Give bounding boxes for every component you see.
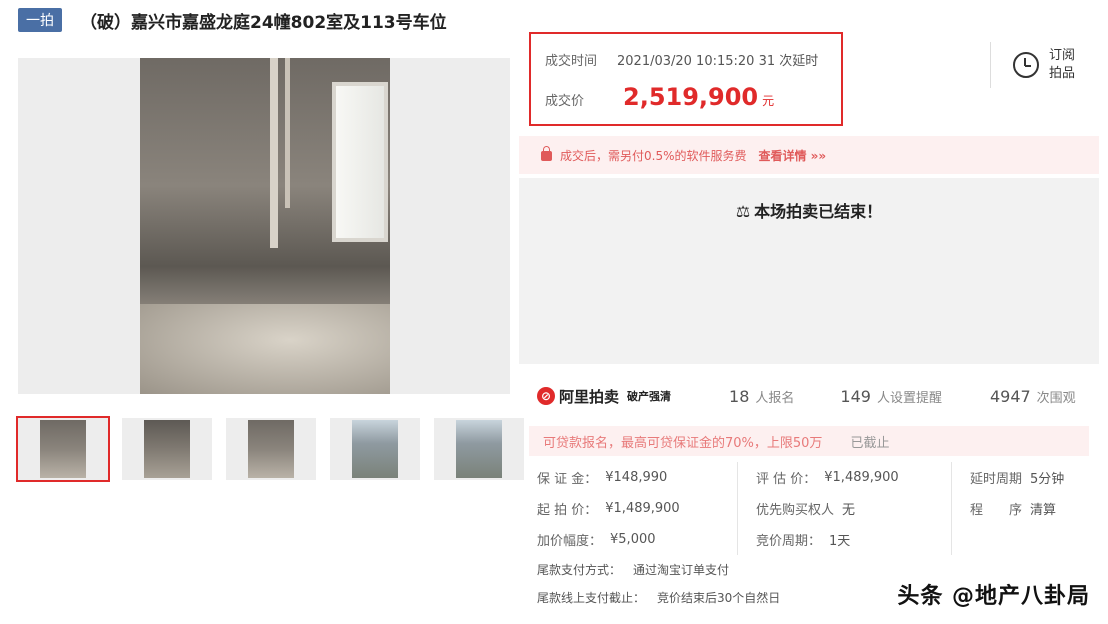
- thumbnail-image: [352, 420, 398, 478]
- procedure-label: 程 序: [970, 503, 1023, 518]
- thumbnail-5[interactable]: [434, 418, 524, 480]
- deal-price-value: 2,519,900: [623, 83, 759, 111]
- procedure-cell: 程 序清算: [951, 493, 1099, 524]
- signups-stat: 18 人报名: [729, 387, 794, 406]
- thumbnail-image: [40, 420, 86, 478]
- deal-price-unit: 元: [762, 94, 775, 108]
- deal-time-label: 成交时间: [545, 54, 598, 69]
- auction-stats-bar: ⊘ 阿里拍卖 破产强清 18 人报名 149 人设置提醒 4947 次围观: [519, 374, 1099, 418]
- main-photo[interactable]: [18, 58, 510, 394]
- reminders-count: 149: [840, 386, 871, 406]
- delay-period-cell: 延时周期 5分钟: [951, 462, 1099, 493]
- reminders-label: 人设置提醒: [876, 390, 942, 406]
- subscribe-button[interactable]: 订阅拍品: [990, 42, 1090, 88]
- reminders-stat: 149 人设置提醒: [840, 387, 942, 406]
- payment-deadline-value: 竞价结束后30个自然日: [657, 590, 781, 605]
- priority-buyer-value: 无: [842, 503, 856, 518]
- watermark: 头条 @地产八卦局: [897, 584, 1090, 609]
- views-count: 4947: [989, 386, 1031, 406]
- deposit-value: ¥148,990: [605, 470, 668, 485]
- deal-time-row: 成交时间 2021/03/20 10:15:20 31 次延时: [545, 50, 827, 69]
- signups-label: 人报名: [755, 390, 795, 406]
- thumbnail-image: [144, 420, 190, 478]
- thumbnail-1[interactable]: [16, 416, 110, 482]
- deposit-loan-status: 已截止: [850, 435, 890, 451]
- payment-deadline-label: 尾款线上支付截止：: [537, 590, 646, 605]
- views-label: 次围观: [1036, 390, 1076, 406]
- subscribe-label: 订阅拍品: [1049, 48, 1076, 81]
- appraisal-label: 评 估 价：: [756, 472, 817, 487]
- priority-buyer-cell: 优先购买权人无: [737, 493, 951, 524]
- thumbnail-4[interactable]: [330, 418, 420, 480]
- auction-round-tag: 一拍: [18, 8, 62, 32]
- deal-price-row: 成交价 2,519,900 元: [545, 83, 827, 111]
- ali-auction-logo-icon: ⊘: [537, 387, 555, 405]
- thumbnail-image: [456, 420, 502, 478]
- views-stat: 4947 次围观: [990, 387, 1076, 406]
- service-fee-text: 成交后，需另付0.5%的软件服务费: [560, 148, 747, 163]
- deal-time-value: 2021/03/20 10:15:20 31 次延时: [617, 54, 819, 69]
- delay-period-value: 5分钟: [1030, 472, 1065, 487]
- start-price-cell: 起 拍 价： ¥1,489,900: [519, 493, 737, 524]
- bidding-period-cell: 竞价周期： 1天: [737, 524, 951, 555]
- gavel-icon: ⚖: [735, 202, 751, 221]
- thumbnail-2[interactable]: [122, 418, 212, 480]
- increment-cell: 加价幅度： ¥5,000: [519, 524, 737, 555]
- bidding-period-value: 1天: [829, 534, 851, 549]
- deal-price-label: 成交价: [545, 94, 585, 109]
- start-price-value: ¥1,489,900: [605, 501, 680, 516]
- payment-method-label: 尾款支付方式：: [537, 562, 622, 577]
- payment-method-value: 通过淘宝订单支付: [633, 562, 730, 577]
- pipe-shape: [285, 58, 290, 208]
- window-shape: [332, 82, 388, 242]
- increment-label: 加价幅度：: [537, 534, 603, 549]
- brand: ⊘ 阿里拍卖 破产强清: [537, 386, 671, 407]
- signups-count: 18: [729, 386, 750, 406]
- view-details-link[interactable]: 查看详情 »»: [759, 147, 827, 164]
- auction-ended-message: ⚖ 本场拍卖已结束！: [519, 198, 1099, 222]
- title-bar: 一拍 （破）嘉兴市嘉盛龙庭24幢802室及113号车位: [18, 8, 447, 33]
- increment-value: ¥5,000: [610, 532, 656, 547]
- lock-icon: [541, 146, 552, 161]
- delay-period-label: 延时周期: [970, 472, 1023, 487]
- bidding-period-label: 竞价周期：: [756, 534, 822, 549]
- appraisal-cell: 评 估 价： ¥1,489,900: [737, 462, 951, 493]
- priority-buyer-label: 优先购买权人: [756, 503, 835, 518]
- brand-name: 阿里拍卖: [559, 387, 620, 406]
- alarm-clock-icon: [1013, 52, 1039, 78]
- thumbnail-strip: [16, 416, 524, 482]
- auction-ended-text: 本场拍卖已结束！: [754, 202, 883, 221]
- start-price-label: 起 拍 价：: [537, 503, 598, 518]
- deposit-cell: 保 证 金： ¥148,990: [519, 462, 737, 493]
- deposit-label: 保 证 金：: [537, 472, 598, 487]
- thumbnail-image: [248, 420, 294, 478]
- pipe-shape: [270, 58, 278, 248]
- deposit-loan-notice: 可贷款报名，最高可贷保证金的70%，上限50万 已截止: [529, 426, 1089, 456]
- brand-subtitle: 破产强清: [627, 390, 672, 403]
- page-title: （破）嘉兴市嘉盛龙庭24幢802室及113号车位: [80, 12, 447, 33]
- deposit-loan-text: 可贷款报名，最高可贷保证金的70%，上限50万: [543, 435, 823, 451]
- auction-status-panel: ⚖ 本场拍卖已结束！: [519, 178, 1099, 364]
- procedure-value: 清算: [1030, 503, 1057, 518]
- service-fee-notice: 成交后，需另付0.5%的软件服务费 查看详情 »»: [519, 136, 1099, 174]
- empty-cell: [951, 524, 1099, 555]
- appraisal-value: ¥1,489,900: [824, 470, 899, 485]
- deal-result-box: 成交时间 2021/03/20 10:15:20 31 次延时 成交价 2,51…: [529, 32, 843, 126]
- room-photo-image: [140, 58, 390, 394]
- floor-shape: [140, 304, 390, 394]
- thumbnail-3[interactable]: [226, 418, 316, 480]
